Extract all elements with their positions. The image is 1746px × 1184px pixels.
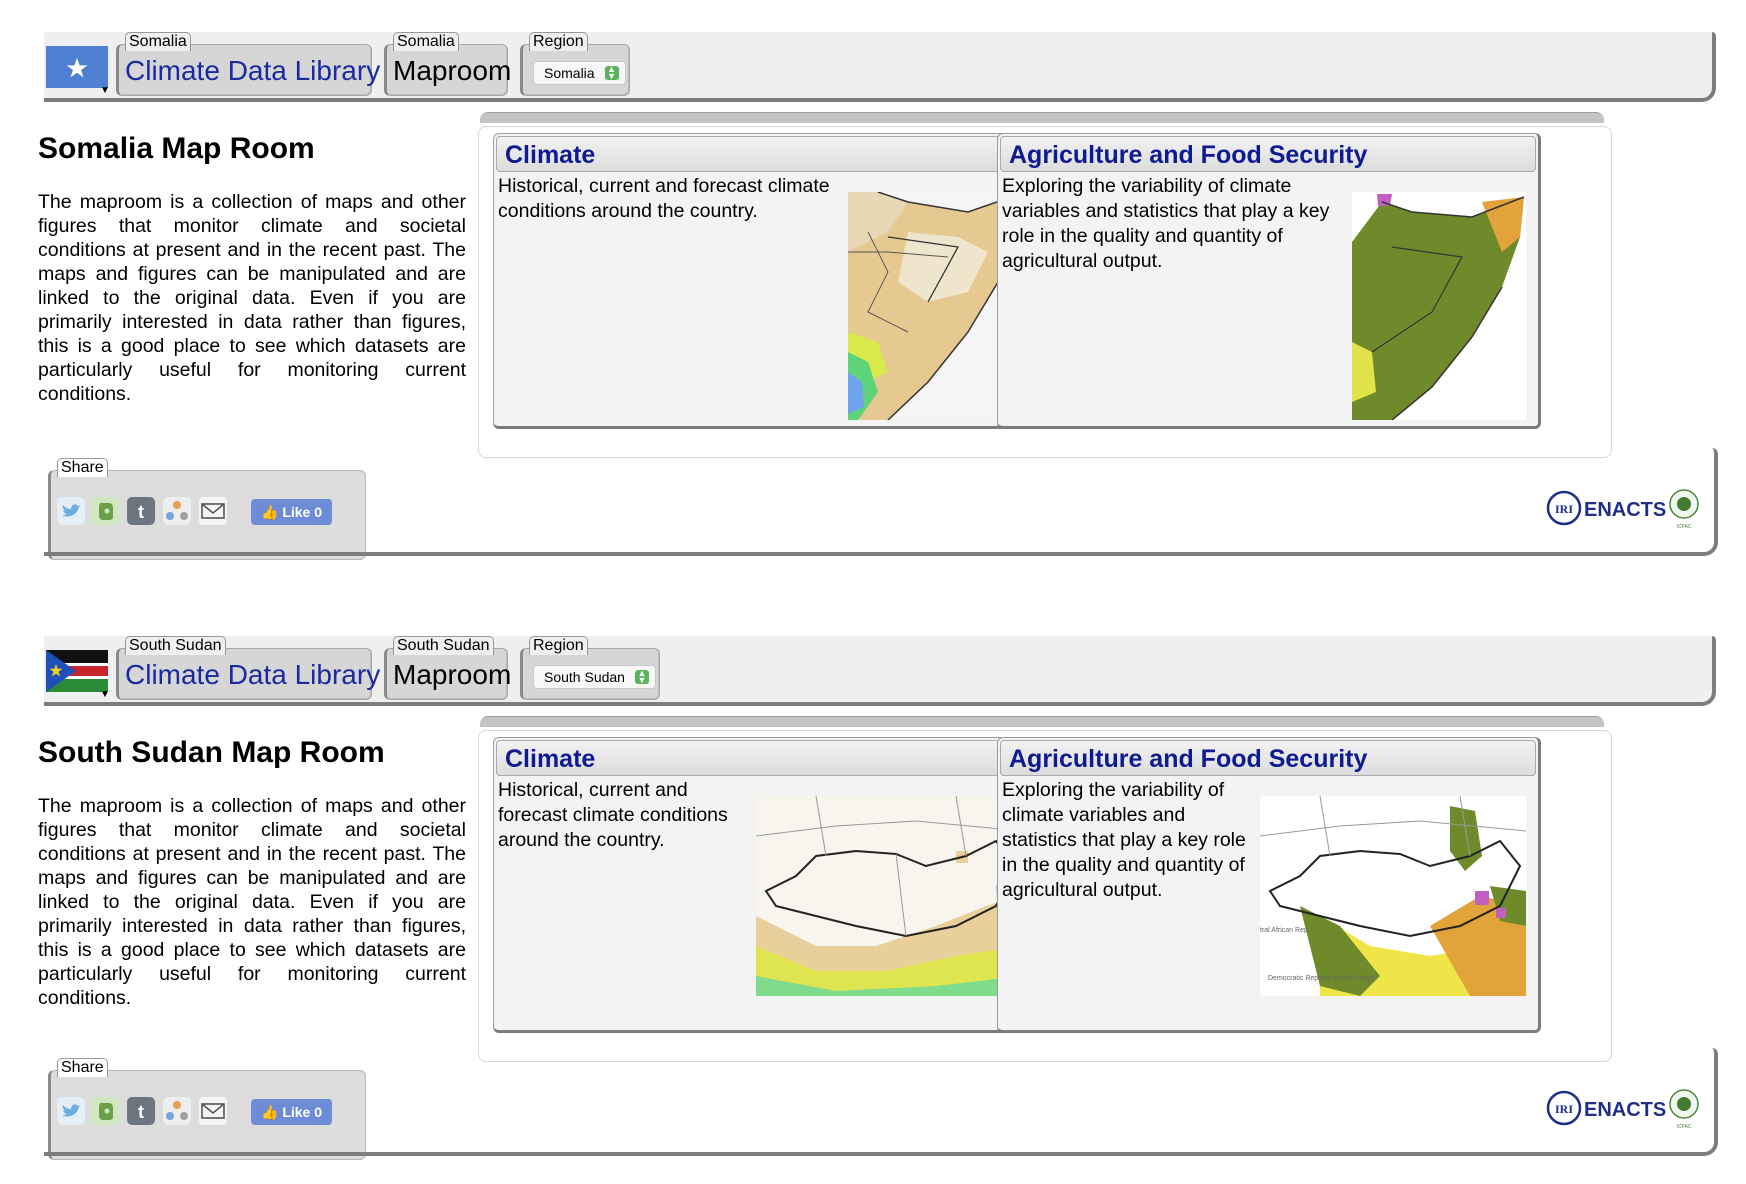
region-select[interactable]: South Sudan ▲ ▼ <box>533 665 656 689</box>
agriculture-food-security-card[interactable]: Agriculture and Food Security Exploring … <box>997 133 1541 429</box>
iri-logo-text: IRI <box>1555 1102 1573 1116</box>
climate-data-library-link[interactable]: Climate Data Library <box>125 55 380 87</box>
enacts-logo-text: ENACTS <box>1584 499 1666 521</box>
agriculture-card-title[interactable]: Agriculture and Food Security <box>1009 745 1367 773</box>
somalia-flag-icon[interactable] <box>46 46 108 88</box>
bottom-frame <box>44 448 1718 556</box>
south-sudan-agriculture-map-thumbnail[interactable]: tral African Rep Democratic Republic of … <box>1260 796 1526 996</box>
category-tabs-container: Climate Historical, current and forecast… <box>478 730 1612 1062</box>
climate-card-title[interactable]: Climate <box>505 745 595 773</box>
somalia-panel: ▼ Somalia Climate Data Library Somalia M… <box>0 0 1746 580</box>
flag-dropdown-arrow-icon[interactable]: ▼ <box>100 86 110 96</box>
region-nav: Region Somalia ▲ ▼ <box>520 32 630 96</box>
somalia-agriculture-map-thumbnail[interactable] <box>1352 192 1526 420</box>
agriculture-food-security-card[interactable]: Agriculture and Food Security Exploring … <box>997 737 1541 1033</box>
bottom-frame <box>44 1048 1718 1156</box>
agriculture-card-description: Exploring the variability of climate var… <box>1002 175 1330 272</box>
library-caption: Somalia <box>125 32 191 51</box>
agriculture-card-title[interactable]: Agriculture and Food Security <box>1009 141 1367 169</box>
agriculture-card-header[interactable]: Agriculture and Food Security <box>1000 740 1536 776</box>
icpac-logo-text: ICPAC <box>1677 524 1692 530</box>
climate-data-library-nav[interactable]: Somalia Climate Data Library <box>116 32 380 96</box>
maproom-link[interactable]: Maproom <box>393 659 511 691</box>
somalia-climate-map-thumbnail[interactable] <box>848 192 1022 420</box>
partner-logos[interactable]: IRI ENACTS ICPAC <box>1546 1084 1702 1130</box>
climate-card-header[interactable]: Climate <box>496 136 1032 172</box>
page-title: Somalia Map Room <box>38 132 315 165</box>
climate-card[interactable]: Climate Historical, current and forecast… <box>493 737 1037 1033</box>
climate-card[interactable]: Climate Historical, current and forecast… <box>493 133 1037 429</box>
category-tabs-container: Climate Historical, current and forecast… <box>478 126 1612 458</box>
enacts-logo-text: ENACTS <box>1584 1099 1666 1121</box>
maproom-caption: South Sudan <box>393 636 494 655</box>
region-select[interactable]: Somalia ▲ ▼ <box>533 61 626 85</box>
south-sudan-climate-map-thumbnail[interactable] <box>756 796 1022 996</box>
maproom-caption: Somalia <box>393 32 459 51</box>
south-sudan-flag-icon[interactable] <box>46 650 108 692</box>
tab-group-ridge <box>480 112 1604 123</box>
south-sudan-panel: ▼ South Sudan Climate Data Library South… <box>0 604 1746 1184</box>
iri-logo-text: IRI <box>1555 502 1573 516</box>
region-caption: Region <box>529 32 588 51</box>
page-title: South Sudan Map Room <box>38 736 385 769</box>
region-select-value: South Sudan <box>544 669 625 685</box>
climate-card-header[interactable]: Climate <box>496 740 1032 776</box>
maproom-nav[interactable]: South Sudan Maproom <box>384 636 511 700</box>
maproom-nav[interactable]: Somalia Maproom <box>384 32 511 96</box>
drc-map-label: Democratic Republic of the Congo <box>1268 975 1375 982</box>
climate-card-description: Historical, current and forecast climate… <box>498 175 830 222</box>
climate-card-title[interactable]: Climate <box>505 141 595 169</box>
library-caption: South Sudan <box>125 636 226 655</box>
agriculture-card-header[interactable]: Agriculture and Food Security <box>1000 136 1536 172</box>
agriculture-card-description: Exploring the variability of climate var… <box>1002 779 1246 901</box>
select-updown-icon: ▲ ▼ <box>604 65 619 81</box>
region-nav: Region South Sudan ▲ ▼ <box>520 636 660 700</box>
region-select-value: Somalia <box>544 65 595 81</box>
maproom-link[interactable]: Maproom <box>393 55 511 87</box>
region-caption: Region <box>529 636 588 655</box>
tab-group-ridge <box>480 716 1604 727</box>
climate-data-library-link[interactable]: Climate Data Library <box>125 659 380 691</box>
car-map-label: tral African Rep <box>1260 927 1308 934</box>
partner-logos[interactable]: IRI ENACTS ICPAC <box>1546 484 1702 530</box>
maproom-description: The maproom is a collection of maps and … <box>38 191 466 405</box>
select-updown-icon: ▲ ▼ <box>634 669 649 685</box>
icpac-logo-text: ICPAC <box>1677 1124 1692 1130</box>
climate-data-library-nav[interactable]: South Sudan Climate Data Library <box>116 636 380 700</box>
flag-dropdown-arrow-icon[interactable]: ▼ <box>100 690 110 700</box>
maproom-description: The maproom is a collection of maps and … <box>38 795 466 1009</box>
climate-card-description: Historical, current and forecast climate… <box>498 779 728 851</box>
